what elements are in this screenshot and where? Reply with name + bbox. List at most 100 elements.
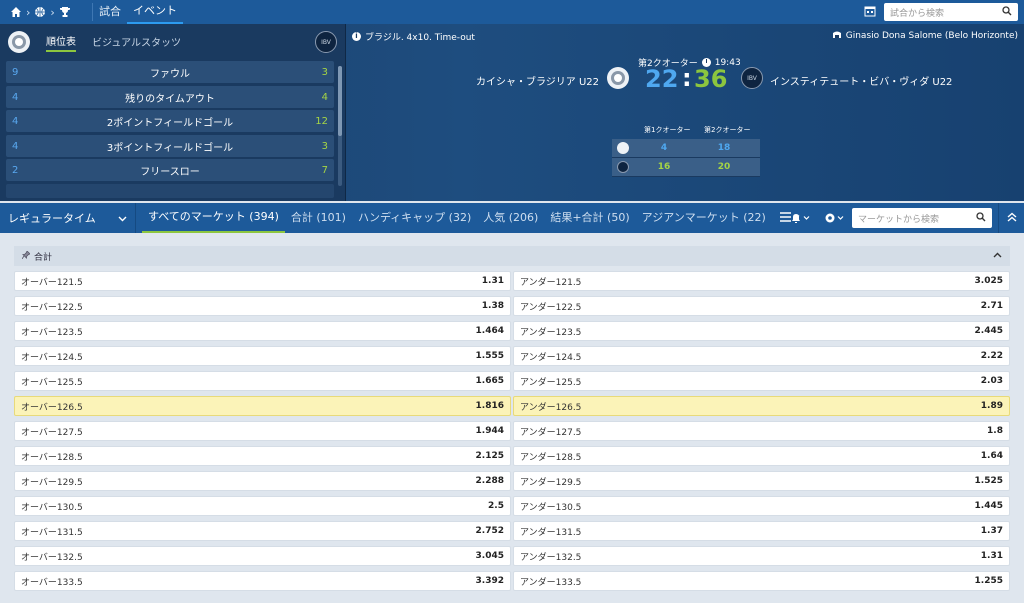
tab-visual-stats[interactable]: ビジュアルスタッツ [92,34,181,51]
incident-text: ブラジル. 4x10. Time-out [365,33,475,43]
stat-away-value: 7 [321,164,328,176]
under-odd-value: 2.71 [980,301,1003,311]
score-separator: : [682,64,692,92]
pin-icon[interactable] [21,249,31,262]
period-dropdown[interactable]: レギュラータイム [0,203,136,233]
under-odds-button[interactable]: アンダー127.5 1.8 [513,421,1010,441]
tab-all-markets[interactable]: すべてのマーケット (394) [142,203,285,233]
bell-icon[interactable] [790,212,812,227]
market-search-input[interactable]: マーケットから検索 [852,208,992,228]
home-icon[interactable] [10,6,22,18]
over-odds-button[interactable]: オーバー122.5 1.38 [14,296,511,316]
tab-standings[interactable]: 順位表 [46,33,76,52]
odds-row: オーバー129.5 2.288 アンダー129.5 1.525 [14,471,1010,491]
over-odds-button[interactable]: オーバー123.5 1.464 [14,321,511,341]
away-q1-score: 16 [657,162,671,172]
under-odd-value: 3.025 [974,276,1003,286]
over-odds-button[interactable]: オーバー130.5 2.5 [14,496,511,516]
home-team-logo [607,67,629,89]
over-odd-value: 1.464 [475,326,504,336]
stat-name: ファウル [150,68,190,80]
over-odds-button[interactable]: オーバー121.5 1.31 [14,271,511,291]
odds-row: オーバー130.5 2.5 アンダー130.5 1.445 [14,496,1010,516]
under-odds-button[interactable]: アンダー131.5 1.37 [513,521,1010,541]
tab-result-total[interactable]: 結果+合計 (50) [544,203,635,233]
markets-bar: レギュラータイム すべてのマーケット (394) 合計 (101) ハンディキャ… [0,203,1024,233]
stat-name: フリースロー [140,166,200,178]
over-odds-button[interactable]: オーバー133.5 3.392 [14,571,511,591]
tab-asian-markets[interactable]: アジアンマーケット (22) [636,203,772,233]
match-search-input[interactable]: 試合から検索 [884,3,1018,21]
away-q2-score: 20 [717,162,731,172]
over-label: オーバー128.5 [21,452,83,463]
stats-scrollbar[interactable] [338,66,342,186]
tab-handicap[interactable]: ハンディキャップ (32) [352,203,477,233]
odds-row: オーバー128.5 2.125 アンダー128.5 1.64 [14,446,1010,466]
odds-row: オーバー127.5 1.944 アンダー127.5 1.8 [14,421,1010,441]
over-odds-button[interactable]: オーバー126.5 1.816 [14,396,511,416]
over-odd-value: 2.288 [475,476,504,486]
away-team-name[interactable]: インスティテュート・ビバ・ヴィダ U22 [770,73,952,88]
collapse-button[interactable] [998,203,1024,233]
stat-row-free-throws: 2 フリースロー 7 [6,159,334,181]
under-odds-button[interactable]: アンダー128.5 1.64 [513,446,1010,466]
over-odds-button[interactable]: オーバー125.5 1.665 [14,371,511,391]
under-odds-button[interactable]: アンダー124.5 2.22 [513,346,1010,366]
under-odds-button[interactable]: アンダー129.5 1.525 [513,471,1010,491]
stadium-icon [832,30,842,42]
under-odd-value: 1.525 [974,476,1003,486]
over-odd-value: 1.38 [481,301,504,311]
over-odds-button[interactable]: オーバー132.5 3.045 [14,546,511,566]
trophy-icon[interactable] [59,6,71,18]
under-label: アンダー133.5 [520,577,582,588]
over-label: オーバー125.5 [21,377,83,388]
under-odds-button[interactable]: アンダー130.5 1.445 [513,496,1010,516]
over-odds-button[interactable]: オーバー127.5 1.944 [14,421,511,441]
gear-icon[interactable] [824,212,846,227]
breadcrumb: › › [0,6,92,19]
chevron-up-icon[interactable] [993,251,1002,261]
under-label: アンダー126.5 [520,402,582,413]
away-team-logo [617,161,629,173]
under-odds-button[interactable]: アンダー121.5 3.025 [513,271,1010,291]
over-odds-button[interactable]: オーバー128.5 2.125 [14,446,511,466]
tab-totals[interactable]: 合計 (101) [285,203,352,233]
under-odd-value: 1.89 [980,401,1003,411]
tab-events[interactable]: イベント [127,0,183,24]
odds-rows: オーバー121.5 1.31 アンダー121.5 3.025 オーバー122.5 1.38… [14,271,1010,591]
over-odds-button[interactable]: オーバー129.5 2.288 [14,471,511,491]
under-label: アンダー123.5 [520,327,582,338]
odds-row: オーバー122.5 1.38 アンダー122.5 2.71 [14,296,1010,316]
under-odds-button[interactable]: アンダー126.5 1.89 [513,396,1010,416]
stat-name: 3ポイントフィールドゴール [106,142,234,154]
stat-away-value: 12 [315,115,328,127]
search-icon[interactable] [1002,5,1012,19]
market-search-placeholder: マーケットから検索 [858,214,940,225]
stat-row-partial [6,184,334,198]
home-q1-score: 4 [660,143,668,153]
home-team-logo [8,31,30,53]
stat-name: 残りのタイムアウト [125,93,215,105]
over-odd-value: 2.752 [475,526,504,536]
quarter-scores-table: 4 18 16 20 [612,139,760,177]
match-search-placeholder: 試合から検索 [890,8,945,19]
under-odds-button[interactable]: アンダー125.5 2.03 [513,371,1010,391]
market-header[interactable]: 合計 [14,246,1010,266]
over-odds-button[interactable]: オーバー124.5 1.555 [14,346,511,366]
basketball-icon[interactable] [34,6,46,18]
under-odd-value: 1.37 [980,526,1003,536]
tab-popular[interactable]: 人気 (206) [477,203,544,233]
under-label: アンダー121.5 [520,277,582,288]
under-odds-button[interactable]: アンダー123.5 2.445 [513,321,1010,341]
under-odds-button[interactable]: アンダー122.5 2.71 [513,296,1010,316]
over-odds-button[interactable]: オーバー131.5 2.752 [14,521,511,541]
home-team-name[interactable]: カイシャ・ブラジリア U22 [476,73,599,88]
under-odds-button[interactable]: アンダー133.5 1.255 [513,571,1010,591]
stat-home-value: 2 [12,164,19,176]
search-icon[interactable] [976,211,986,225]
away-score: 36 [694,65,728,93]
chevron-right-icon: › [50,5,55,19]
under-odds-button[interactable]: アンダー132.5 1.31 [513,546,1010,566]
calendar-icon[interactable] [864,5,876,20]
tab-matches[interactable]: 試合 [93,0,127,24]
